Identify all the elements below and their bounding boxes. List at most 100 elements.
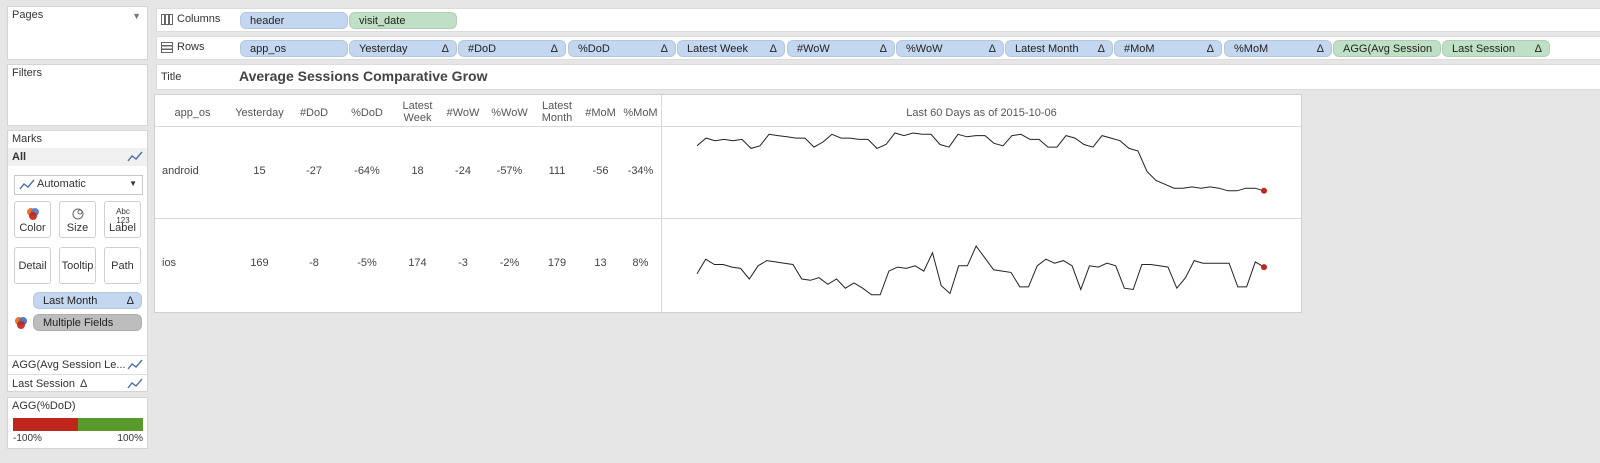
rows-pill-label: app_os (250, 43, 287, 55)
row-header[interactable]: android (162, 165, 199, 177)
table-cell: 15 (253, 165, 266, 177)
chevron-down-icon: ▼ (129, 179, 137, 188)
rows-icon (161, 41, 173, 53)
visit-date-pill-label: visit_date (359, 15, 406, 27)
column-header[interactable]: %DoD (339, 107, 395, 119)
title-shelf[interactable]: Title Average Sessions Comparative Grow (156, 64, 1600, 90)
marks-all-row[interactable]: All (8, 148, 147, 166)
table-cell: -34% (627, 165, 654, 177)
column-header[interactable]: %MoM (620, 107, 661, 119)
rows-pill-wow[interactable]: %WoW Δ (896, 40, 1004, 57)
line-mark-icon (127, 359, 143, 370)
last-session-row[interactable]: Last Session Δ (8, 374, 147, 393)
filters-title: Filters (12, 67, 42, 79)
delta-icon: Δ (80, 378, 88, 390)
tooltip-button[interactable]: Tooltip (59, 247, 96, 284)
rows-label-text: Rows (177, 41, 205, 53)
column-header[interactable]: Latest Week (395, 100, 440, 124)
table-cell: -5% (357, 257, 377, 269)
legend-positive-bar (78, 418, 143, 431)
viz-title: Average Sessions Comparative Grow (239, 68, 488, 84)
row-header[interactable]: ios (162, 257, 176, 269)
color-button[interactable]: Color (14, 201, 51, 238)
legend-negative-bar (13, 418, 78, 431)
delta-icon: Δ (550, 43, 558, 55)
table-cell: 179 (547, 257, 567, 269)
mark-type-dropdown[interactable]: Automatic ▼ (14, 175, 143, 195)
color-label: Color (19, 222, 46, 234)
header-pill-label: header (250, 15, 285, 27)
last-month-pill[interactable]: Last Month Δ (33, 292, 142, 309)
marks-panel: Marks All Automatic ▼ Color Size Abc 123… (7, 130, 148, 392)
filters-panel[interactable]: Filters (7, 64, 148, 126)
rows-pill-agg-avg-session[interactable]: AGG(Avg Session .. (1333, 40, 1441, 72)
marks-all-label: All (12, 151, 27, 163)
pages-dropdown-icon[interactable]: ▼ (132, 11, 141, 21)
table-cell: -3 (458, 257, 468, 269)
title-shelf-label: Title (161, 71, 182, 83)
column-header[interactable]: %WoW (486, 107, 533, 119)
delta-icon: Δ (1206, 43, 1214, 55)
sparklines (696, 132, 1267, 296)
rows-pill-dod[interactable]: #DoD Δ (458, 40, 566, 57)
rows-pill-dod[interactable]: %DoD Δ (568, 40, 676, 57)
rows-pill-last-session[interactable]: Last Session Δ (1442, 40, 1550, 57)
column-header[interactable]: #MoM (581, 107, 620, 119)
column-header[interactable]: #WoW (440, 107, 486, 119)
rows-pill-label: Latest Month (1015, 43, 1079, 55)
rows-pill-mom[interactable]: %MoM Δ (1224, 40, 1332, 57)
table-cell: -57% (496, 165, 523, 177)
size-button[interactable]: Size (59, 201, 96, 238)
multiple-fields-pill[interactable]: Multiple Fields (33, 314, 142, 331)
legend-max-label: 100% (117, 433, 143, 444)
column-header[interactable]: Latest Month (533, 100, 581, 124)
agg-avg-session-row[interactable]: AGG(Avg Session Le... (8, 355, 147, 374)
columns-label-text: Columns (177, 13, 221, 25)
legend-title: AGG(%DoD) (12, 400, 76, 412)
rows-pill-app-os[interactable]: app_os (240, 40, 348, 57)
pages-panel[interactable]: Pages ▼ (7, 6, 148, 60)
columns-icon (161, 13, 173, 25)
sparkline-android (696, 132, 1265, 192)
visit-date-pill[interactable]: visit_date (349, 12, 457, 29)
mark-type-label: Automatic (37, 178, 86, 190)
table-cell: -24 (455, 165, 471, 177)
rows-pill-wow[interactable]: #WoW Δ (787, 40, 895, 57)
rows-pill-label: Last Session (1452, 43, 1515, 55)
rows-pill-yesterday[interactable]: Yesterday Δ (349, 40, 457, 57)
rows-pill-latest-month[interactable]: Latest Month Δ (1005, 40, 1113, 57)
delta-icon: Δ (1316, 43, 1324, 55)
line-mark-icon (19, 179, 35, 190)
sparkline-ios (696, 245, 1265, 296)
label-button[interactable]: Abc 123 Label (104, 201, 141, 238)
rows-pill-latest-week[interactable]: Latest Week Δ (677, 40, 785, 57)
detail-button[interactable]: Detail (14, 247, 51, 284)
rows-pill-mom[interactable]: #MoM Δ (1114, 40, 1222, 57)
rows-pill-label: Yesterday (359, 43, 408, 55)
delta-icon: Δ (126, 295, 134, 307)
column-header[interactable]: #DoD (289, 107, 339, 119)
columns-shelf[interactable]: Columns header visit_date (156, 8, 1600, 32)
rows-shelf[interactable]: Rows app_os Yesterday Δ #DoD Δ %DoD Δ Latest We… (156, 36, 1600, 72)
rows-pill-label: %DoD (578, 43, 610, 55)
viz-table[interactable]: Last 60 Days as of 2015-10-06 app_os Yest… (154, 94, 1302, 313)
tooltip-label: Tooltip (61, 260, 94, 272)
multiple-fields-label: Multiple Fields (43, 317, 114, 329)
header-pill[interactable]: header (240, 12, 348, 29)
detail-label: Detail (18, 260, 47, 272)
column-header[interactable]: Yesterday (230, 107, 289, 119)
delta-icon: Δ (660, 43, 668, 55)
marks-title: Marks (12, 133, 42, 145)
column-header[interactable]: app_os (155, 107, 230, 119)
rows-pill-label: %MoM (1234, 43, 1269, 55)
table-cell: 8% (632, 257, 649, 269)
delta-icon: Δ (441, 43, 449, 55)
color-legend-panel: AGG(%DoD) -100% 100% (7, 397, 148, 449)
rows-pill-label: %WoW (906, 43, 943, 55)
table-cell: -2% (499, 257, 520, 269)
delta-icon: Δ (1534, 43, 1542, 55)
last-point-ios (1261, 264, 1267, 271)
size-label: Size (66, 222, 89, 234)
table-cell: -8 (309, 257, 319, 269)
path-button[interactable]: Path (104, 247, 141, 284)
